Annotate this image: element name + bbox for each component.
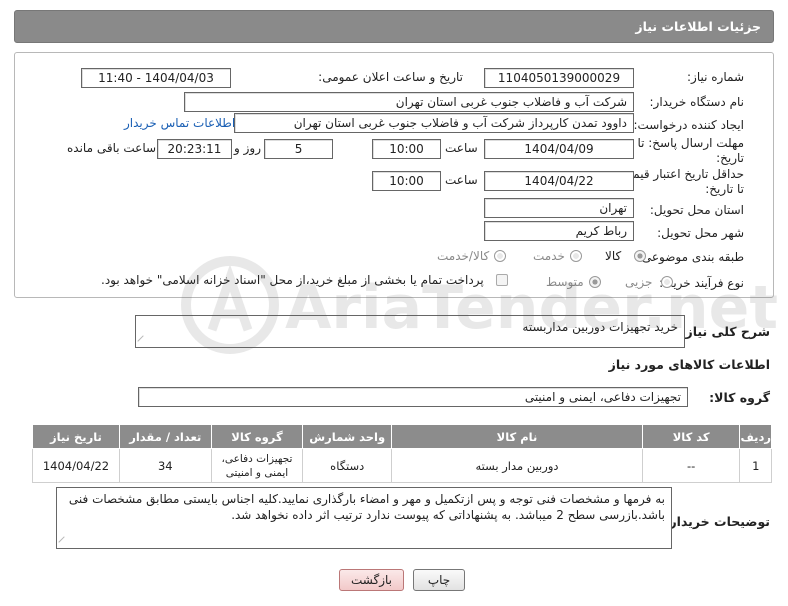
reply-deadline-label: مهلت ارسال پاسخ: تا تاریخ: bbox=[637, 136, 744, 165]
summary-text: خرید تجهیزات دوربین مداربسته bbox=[522, 320, 678, 334]
resize-handle-icon[interactable] bbox=[137, 335, 149, 347]
reply-time-field: 10:00 bbox=[372, 139, 441, 159]
summary-textarea: خرید تجهیزات دوربین مداربسته bbox=[135, 315, 685, 348]
cell-name: دوربین مدار بسته bbox=[391, 448, 643, 483]
goods-table: ردیف کد کالا نام کالا واحد شمارش گروه کا… bbox=[32, 424, 772, 483]
goods-group-label: گروه کالا: bbox=[709, 390, 770, 405]
summary-label: شرح کلی نیاز: bbox=[680, 324, 770, 339]
col-qty: تعداد / مقدار bbox=[118, 424, 212, 449]
category-option-goods: کالا bbox=[605, 249, 622, 263]
cell-date: 1404/04/22 bbox=[32, 448, 120, 483]
page-header: جزئیات اطلاعات نیاز bbox=[14, 10, 774, 43]
cell-row: 1 bbox=[739, 448, 772, 483]
process-option-minor: جزیی bbox=[625, 275, 653, 289]
category-option-goods-service: کالا/خدمت bbox=[437, 249, 490, 263]
category-radio-goods-service[interactable] bbox=[494, 250, 506, 262]
city-label: شهر محل تحویل: bbox=[657, 226, 744, 240]
buyer-org-label: نام دستگاه خریدار: bbox=[649, 95, 745, 109]
buyer-notes-label: توضیحات خریدار: bbox=[664, 514, 770, 529]
table-header-row: ردیف کد کالا نام کالا واحد شمارش گروه کا… bbox=[32, 424, 772, 449]
price-date-field: 1404/04/22 bbox=[484, 171, 634, 191]
price-time-field: 10:00 bbox=[372, 171, 441, 191]
reply-date-field: 1404/04/09 bbox=[484, 139, 634, 159]
days-field: 5 bbox=[264, 139, 333, 159]
buyer-contact-link[interactable]: اطلاعات تماس خریدار bbox=[124, 116, 235, 130]
province-field: تهران bbox=[484, 198, 634, 218]
col-name: نام کالا bbox=[391, 424, 643, 449]
reply-time-label: ساعت bbox=[445, 141, 478, 155]
creator-label: ایجاد کننده درخواست: bbox=[633, 118, 744, 132]
col-group: گروه کالا bbox=[210, 424, 304, 449]
remaining-time-field: 20:23:11 bbox=[157, 139, 232, 159]
page-title: جزئیات اطلاعات نیاز bbox=[635, 19, 761, 34]
remaining-label: ساعت باقی مانده bbox=[67, 141, 157, 155]
buyer-notes-text: به فرمها و مشخصات فنی توجه و پس ازتکمیل … bbox=[68, 492, 665, 522]
creator-field: داوود تمدن کارپرداز شرکت آب و فاضلاب جنو… bbox=[234, 113, 634, 133]
cell-unit: دستگاه bbox=[302, 448, 393, 483]
days-label: روز و bbox=[234, 141, 261, 155]
category-label: طبقه بندی موضوعی: bbox=[637, 250, 744, 264]
category-radio-goods[interactable] bbox=[634, 250, 646, 262]
category-radio-service[interactable] bbox=[570, 250, 582, 262]
announce-label: تاریخ و ساعت اعلان عمومی: bbox=[318, 70, 463, 84]
col-date: تاریخ نیاز bbox=[32, 424, 120, 449]
cell-group: تجهیزات دفاعی، ایمنی و امنیتی bbox=[210, 448, 304, 483]
need-number-label: شماره نیاز: bbox=[687, 70, 744, 84]
need-number-field: 1104050139000029 bbox=[484, 68, 634, 88]
city-field: رباط کریم bbox=[484, 221, 634, 241]
treasury-payment-checkbox[interactable] bbox=[496, 274, 508, 286]
process-option-medium: متوسط bbox=[546, 275, 584, 289]
back-button[interactable]: بازگشت bbox=[339, 569, 404, 591]
province-label: استان محل تحویل: bbox=[649, 203, 744, 217]
process-radio-medium[interactable] bbox=[589, 276, 601, 288]
cell-qty: 34 bbox=[118, 448, 212, 483]
col-unit: واحد شمارش bbox=[302, 424, 393, 449]
print-button[interactable]: چاپ bbox=[413, 569, 465, 591]
goods-section-title: اطلاعات کالاهای مورد نیاز bbox=[608, 357, 770, 372]
col-row: ردیف bbox=[739, 424, 772, 449]
buyer-org-field: شرکت آب و فاضلاب جنوب غربی استان تهران bbox=[184, 92, 634, 112]
treasury-payment-note: پرداخت تمام یا بخشی از مبلغ خرید،از محل … bbox=[101, 273, 484, 287]
goods-group-field: تجهیزات دفاعی، ایمنی و امنیتی bbox=[138, 387, 688, 407]
table-row: 1 -- دوربین مدار بسته دستگاه تجهیزات دفا… bbox=[32, 448, 772, 483]
cell-code: -- bbox=[641, 448, 741, 483]
process-radio-minor[interactable] bbox=[661, 276, 673, 288]
announce-datetime-field: 1404/04/03 - 11:40 bbox=[81, 68, 231, 88]
price-time-label: ساعت bbox=[445, 173, 478, 187]
col-code: کد کالا bbox=[641, 424, 741, 449]
buyer-notes-textarea: به فرمها و مشخصات فنی توجه و پس ازتکمیل … bbox=[56, 487, 672, 549]
category-option-service: خدمت bbox=[533, 249, 565, 263]
resize-handle-icon[interactable] bbox=[58, 536, 70, 548]
